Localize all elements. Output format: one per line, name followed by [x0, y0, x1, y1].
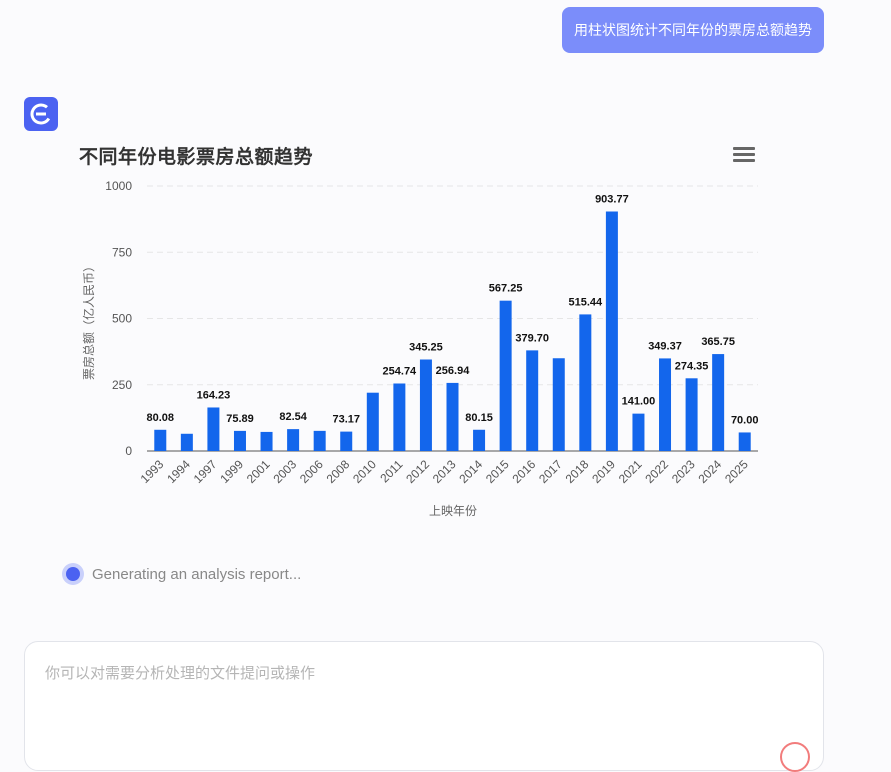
- x-tick-label: 2018: [563, 457, 592, 486]
- y-tick-label: 0: [125, 444, 132, 458]
- x-tick-label: 2012: [403, 457, 432, 486]
- x-tick-label: 2022: [642, 457, 671, 486]
- bar: [233, 430, 246, 451]
- y-tick-label: 750: [112, 245, 132, 259]
- x-tick-label: 2025: [722, 457, 751, 486]
- status-text: Generating an analysis report...: [92, 565, 302, 583]
- x-tick-label: 2019: [589, 457, 618, 486]
- data-label: 515.44: [568, 296, 603, 308]
- data-label: 80.08: [147, 412, 175, 424]
- x-tick-label: 1999: [217, 457, 246, 486]
- data-label: 903.77: [595, 194, 629, 206]
- x-tick-label: 2024: [695, 457, 724, 486]
- bar: [499, 300, 512, 451]
- x-tick-label: 2015: [483, 457, 512, 486]
- bar: [579, 314, 592, 451]
- bar: [605, 211, 618, 451]
- x-tick-label: 1994: [164, 457, 193, 486]
- bar: [632, 413, 645, 451]
- y-tick-label: 1000: [105, 179, 132, 193]
- bar: [738, 432, 751, 451]
- data-label: 141.00: [622, 396, 656, 408]
- y-tick-label: 500: [112, 312, 132, 326]
- bar: [419, 359, 432, 451]
- bar: [393, 383, 406, 451]
- bar-chart: 0 250 500 750 1000 80.08 19931994 164.23 1997 75.…: [81, 179, 759, 518]
- data-label: 164.23: [197, 389, 231, 401]
- x-tick-label: 2008: [324, 457, 353, 486]
- x-tick-label: 2003: [270, 457, 299, 486]
- data-label: 75.89: [226, 413, 254, 425]
- data-label: 274.35: [675, 360, 709, 372]
- bar: [712, 354, 725, 451]
- data-label: 345.25: [409, 342, 443, 354]
- data-label: 82.54: [279, 411, 307, 423]
- bar: [526, 350, 539, 451]
- x-tick-label: 1993: [138, 457, 167, 486]
- x-tick-label: 2023: [669, 457, 698, 486]
- x-tick-label: 2016: [510, 457, 539, 486]
- loading-dot-icon: [62, 563, 84, 585]
- send-button[interactable]: [780, 742, 810, 772]
- data-label: 254.74: [383, 365, 418, 377]
- bar: [154, 429, 167, 451]
- bar: [473, 429, 486, 451]
- status-indicator: Generating an analysis report...: [62, 560, 301, 588]
- data-label: 349.37: [648, 340, 682, 352]
- x-tick-label: 2021: [616, 457, 645, 486]
- chat-input[interactable]: [43, 660, 807, 744]
- x-tick-label: 2011: [377, 457, 405, 485]
- x-tick-label: 1997: [191, 457, 220, 486]
- bar: [685, 378, 698, 451]
- bar: [313, 430, 326, 451]
- bar: [446, 382, 459, 451]
- x-tick-label: 2017: [536, 457, 565, 486]
- data-label: 73.17: [332, 414, 360, 426]
- bar: [207, 407, 220, 451]
- data-label: 80.15: [465, 412, 493, 424]
- x-tick-label: 2001: [244, 457, 273, 486]
- y-axis-title: 票房总额（亿人民币）: [81, 260, 96, 380]
- bar: [340, 431, 353, 451]
- x-tick-label: 2013: [430, 457, 459, 486]
- bar: [552, 358, 565, 451]
- data-label: 365.75: [701, 336, 735, 348]
- bar: [180, 433, 193, 451]
- data-label: 567.25: [489, 283, 523, 295]
- bar: [287, 429, 300, 451]
- bar: [659, 358, 672, 451]
- bar: [260, 431, 273, 451]
- x-tick-label: 2006: [297, 457, 326, 486]
- x-tick-label: 2010: [350, 457, 379, 486]
- bar: [366, 392, 379, 451]
- data-label: 70.00: [731, 414, 759, 426]
- x-tick-label: 2014: [456, 457, 485, 486]
- x-axis-title: 上映年份: [429, 504, 477, 518]
- data-label: 379.70: [515, 332, 549, 344]
- chat-input-box: [24, 641, 824, 771]
- data-label: 256.94: [436, 365, 471, 377]
- y-tick-label: 250: [112, 378, 132, 392]
